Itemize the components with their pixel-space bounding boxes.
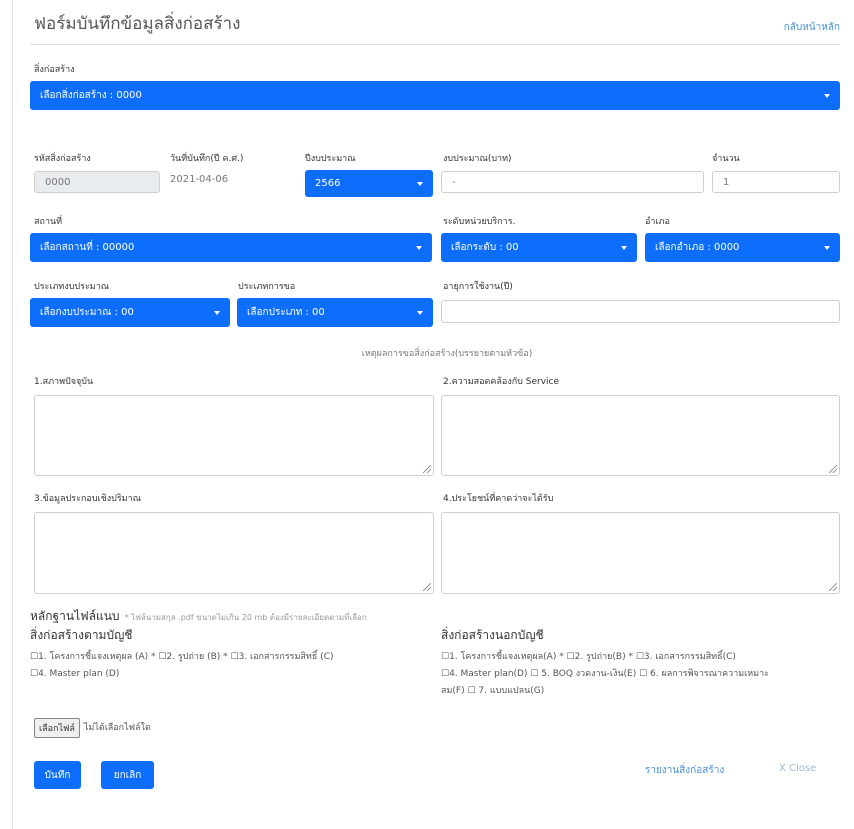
building-report-link[interactable]: รายงานสิ่งก่อสร้าง [645,763,724,778]
caret-down-icon [417,181,423,186]
back-home-link[interactable]: กลับหน้าหลัก [784,20,840,35]
district-label: อำเภอ [645,217,670,227]
out-list-title: สิ่งก่อสร้างนอกบัญชี [441,628,544,642]
reason-current-label: 1.สภาพปัจจุบัน [34,377,94,387]
in-list-line-1[interactable]: ☐1. โครงการชี้แจงเหตุผล (A) * ☐2. รูปถ่า… [30,650,334,664]
caret-down-icon [416,245,422,250]
district-select[interactable]: เลือกอำเภอ : 0000 [645,233,840,262]
budget-type-value: เลือกงบประมาณ : 00 [40,307,134,318]
fiscal-year-select[interactable]: 2566 [305,170,433,197]
attachments-note: * ไฟล์นามสกุล .pdf ขนาดไม่เกิน 20 mb ต้อ… [124,613,367,622]
reason-current-textarea[interactable] [34,395,434,476]
record-date-label: วันที่บันทึก(ปี ค.ศ.) [170,154,244,164]
file-picker: เลือกไฟล์ ไม่ได้เลือกไฟล์ใด [34,718,151,738]
service-life-label: อายุการใช้งาน(ปี) [443,282,513,292]
building-label: สิ่งก่อสร้าง [34,65,75,75]
out-list-line-2[interactable]: ☐4. Master plan(D) ☐ 5. BOQ งวดงาน-เงิน(… [441,667,769,681]
place-select[interactable]: เลือกสถานที่ : 00000 [30,233,432,262]
fiscal-year-value: 2566 [315,178,341,189]
budget-type-label: ประเภทงบประมาณ [34,282,110,292]
reasons-heading: เหตุผลการขอสิ่งก่อสร้าง(บรรยายตามหัวข้อ) [361,349,533,359]
district-select-value: เลือกอำเภอ : 0000 [655,242,740,253]
fiscal-year-label: ปีงบประมาณ [305,154,356,164]
resize-grip-icon[interactable] [829,583,837,591]
attachments-title: หลักฐานไฟล์แนบ [30,609,120,623]
caret-down-icon [417,310,423,315]
request-type-label: ประเภทการขอ [238,282,296,292]
in-list-line-2[interactable]: ☐4. Master plan (D) [30,667,119,681]
resize-grip-icon[interactable] [829,465,837,473]
in-list-title: สิ่งก่อสร้างตามบัญชี [30,628,133,642]
service-life-input[interactable] [441,300,840,323]
service-level-select[interactable]: เลือกระดับ : 00 [441,233,637,262]
building-select[interactable]: เลือกสิ่งก่อสร้าง : 0000 [30,81,840,110]
reason-service-textarea[interactable] [441,395,840,476]
title-divider [30,44,840,45]
service-level-label: ระดับหน่วยบริการ. [443,217,516,227]
out-list-line-1[interactable]: ☐1. โครงการชี้แจงเหตุผล(A) * ☐2. รูปถ่าย… [441,650,736,664]
reason-quantitative-label: 3.ข้อมูลประกอบเชิงปริมาณ [34,494,142,504]
caret-down-icon [214,310,220,315]
building-code-field: 0000 [34,171,160,193]
budget-amount-value: - [452,176,456,188]
budget-type-select[interactable]: เลือกงบประมาณ : 00 [30,298,230,327]
caret-down-icon [824,245,830,250]
quantity-value: 1 [723,176,730,188]
attachments-header: หลักฐานไฟล์แนบ * ไฟล์นามสกุล .pdf ขนาดไม… [30,605,367,626]
out-list-line-3[interactable]: สม(F) ☐ 7. แบบแปลน(G) [441,684,544,698]
cancel-button[interactable]: ยกเลิก [101,761,154,789]
reason-benefit-textarea[interactable] [441,512,840,594]
request-type-value: เลือกประเภท : 00 [247,307,325,318]
file-status: ไม่ได้เลือกไฟล์ใด [83,723,151,733]
caret-down-icon [621,245,627,250]
service-level-value: เลือกระดับ : 00 [451,242,519,253]
reason-service-label: 2.ความสอดคล้องกับ Service [443,377,560,387]
close-link[interactable]: X Close [779,763,816,774]
place-label: สถานที่ [34,217,63,227]
reason-quantitative-textarea[interactable] [34,512,434,594]
building-code-value: 0000 [45,176,71,188]
building-select-value: เลือกสิ่งก่อสร้าง : 0000 [40,90,142,101]
budget-amount-label: งบประมาณ(บาท) [443,154,512,164]
save-button[interactable]: บันทึก [34,761,81,789]
caret-down-icon [824,93,830,98]
request-type-select[interactable]: เลือกประเภท : 00 [237,298,433,327]
place-select-value: เลือกสถานที่ : 00000 [40,242,135,253]
building-code-label: รหัสสิ่งก่อสร้าง [34,154,91,164]
quantity-input[interactable]: 1 [712,171,840,193]
resize-grip-icon[interactable] [423,465,431,473]
record-date-value: 2021-04-06 [170,174,229,185]
budget-amount-input[interactable]: - [441,171,704,193]
resize-grip-icon[interactable] [423,583,431,591]
quantity-label: จำนวน [712,154,740,164]
page-title: ฟอร์มบันทึกข้อมูลสิ่งก่อสร้าง [34,14,241,34]
choose-file-button[interactable]: เลือกไฟล์ [34,718,80,738]
reason-benefit-label: 4.ประโยชน์ที่คาดว่าจะได้รับ [443,494,554,504]
